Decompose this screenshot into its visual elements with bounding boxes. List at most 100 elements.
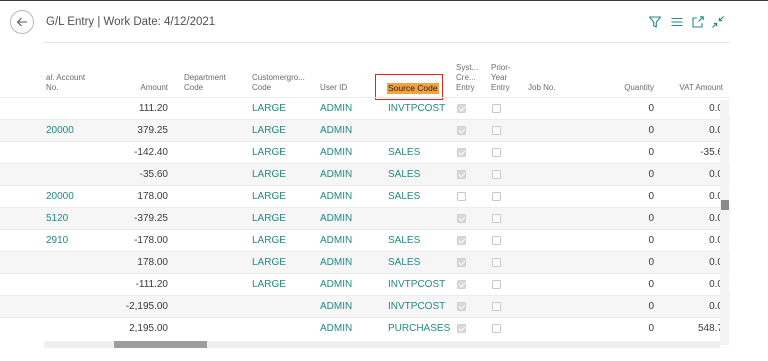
vat-amount-cell[interactable]: 0.0 bbox=[660, 301, 723, 313]
customergroup-code-link[interactable]: LARGE bbox=[252, 235, 286, 247]
source-code-link[interactable]: INVTPCOST bbox=[388, 103, 445, 115]
list-view-icon[interactable] bbox=[670, 15, 684, 29]
prior-year-entry-checkbox[interactable] bbox=[492, 302, 501, 311]
table-row[interactable]: 5120 -379.25 LARGE ADMIN 0 0.0 bbox=[0, 207, 730, 229]
system-created-entry-checkbox[interactable] bbox=[457, 192, 466, 201]
amount-cell[interactable]: -142.40 bbox=[96, 147, 168, 159]
vertical-scrollbar-track[interactable] bbox=[720, 100, 729, 345]
quantity-cell[interactable]: 0 bbox=[600, 301, 654, 313]
vat-amount-cell[interactable]: 0.0 bbox=[660, 191, 723, 203]
user-id-link[interactable]: ADMIN bbox=[320, 213, 352, 225]
customergroup-code-link[interactable]: LARGE bbox=[252, 191, 286, 203]
vat-amount-cell[interactable]: 548.7 bbox=[660, 323, 723, 335]
customergroup-code-link[interactable]: LARGE bbox=[252, 213, 286, 225]
column-header-department-code[interactable]: Department Code bbox=[184, 73, 226, 93]
customergroup-code-link[interactable]: LARGE bbox=[252, 147, 286, 159]
prior-year-entry-checkbox[interactable] bbox=[492, 258, 501, 267]
user-id-link[interactable]: ADMIN bbox=[320, 103, 352, 115]
amount-cell[interactable]: -2,195.00 bbox=[96, 301, 168, 313]
vat-amount-cell[interactable]: -35.6 bbox=[660, 147, 723, 159]
user-id-link[interactable]: ADMIN bbox=[320, 279, 352, 291]
table-row[interactable]: 111.20 LARGE ADMIN INVTPCOST 0 0.0 bbox=[0, 97, 730, 119]
source-code-link[interactable]: SALES bbox=[388, 147, 420, 159]
customergroup-code-link[interactable]: LARGE bbox=[252, 103, 286, 115]
vat-amount-cell[interactable]: 0.0 bbox=[660, 279, 723, 291]
system-created-entry-checkbox[interactable] bbox=[457, 104, 466, 113]
amount-cell[interactable]: -178.00 bbox=[96, 235, 168, 247]
quantity-cell[interactable]: 0 bbox=[600, 235, 654, 247]
user-id-link[interactable]: ADMIN bbox=[320, 169, 352, 181]
customergroup-code-link[interactable]: LARGE bbox=[252, 279, 286, 291]
source-code-link[interactable]: SALES bbox=[388, 191, 420, 203]
gl-account-no-link[interactable]: 5120 bbox=[46, 213, 68, 225]
table-row[interactable]: -35.60 LARGE ADMIN SALES 0 0.0 bbox=[0, 163, 730, 185]
vat-amount-cell[interactable]: 0.0 bbox=[660, 235, 723, 247]
quantity-cell[interactable]: 0 bbox=[600, 213, 654, 225]
table-row[interactable]: 20000 379.25 LARGE ADMIN 0 0.0 bbox=[0, 119, 730, 141]
vertical-scrollbar-thumb[interactable] bbox=[721, 200, 729, 210]
quantity-cell[interactable]: 0 bbox=[600, 147, 654, 159]
source-code-link[interactable]: INVTPCOST bbox=[388, 301, 445, 313]
column-header-job-no[interactable]: Job No. bbox=[528, 83, 556, 93]
system-created-entry-checkbox[interactable] bbox=[457, 148, 466, 157]
filter-icon[interactable] bbox=[648, 15, 662, 29]
system-created-entry-checkbox[interactable] bbox=[457, 214, 466, 223]
system-created-entry-checkbox[interactable] bbox=[457, 126, 466, 135]
system-created-entry-checkbox[interactable] bbox=[457, 258, 466, 267]
user-id-link[interactable]: ADMIN bbox=[320, 301, 352, 313]
source-code-link[interactable]: SALES bbox=[388, 235, 420, 247]
quantity-cell[interactable]: 0 bbox=[600, 191, 654, 203]
quantity-cell[interactable]: 0 bbox=[600, 169, 654, 181]
quantity-cell[interactable]: 0 bbox=[600, 279, 654, 291]
column-header-customergroup-code[interactable]: Customergro... Code bbox=[252, 73, 305, 93]
gl-account-no-link[interactable]: 2910 bbox=[46, 235, 68, 247]
vat-amount-cell[interactable]: 0.0 bbox=[660, 169, 723, 181]
source-code-link[interactable]: PURCHASES bbox=[388, 323, 450, 335]
amount-cell[interactable]: 379.25 bbox=[96, 125, 168, 137]
collapse-icon[interactable] bbox=[711, 15, 725, 29]
vat-amount-cell[interactable]: 0.0 bbox=[660, 213, 723, 225]
amount-cell[interactable]: 178.00 bbox=[96, 257, 168, 269]
table-row[interactable]: -142.40 LARGE ADMIN SALES 0 -35.6 bbox=[0, 141, 730, 163]
prior-year-entry-checkbox[interactable] bbox=[492, 170, 501, 179]
user-id-link[interactable]: ADMIN bbox=[320, 147, 352, 159]
prior-year-entry-checkbox[interactable] bbox=[492, 126, 501, 135]
quantity-cell[interactable]: 0 bbox=[600, 125, 654, 137]
gl-account-no-link[interactable]: 20000 bbox=[46, 191, 74, 203]
vat-amount-cell[interactable]: 0.0 bbox=[660, 125, 723, 137]
prior-year-entry-checkbox[interactable] bbox=[492, 280, 501, 289]
source-code-link[interactable]: SALES bbox=[388, 169, 420, 181]
column-header-user-id[interactable]: User ID bbox=[320, 83, 347, 93]
table-row[interactable]: 20000 178.00 LARGE ADMIN SALES 0 0.0 bbox=[0, 185, 730, 207]
vat-amount-cell[interactable]: 0.0 bbox=[660, 103, 723, 115]
user-id-link[interactable]: ADMIN bbox=[320, 323, 352, 335]
vat-amount-cell[interactable]: 0.0 bbox=[660, 257, 723, 269]
column-header-gl-account[interactable]: al. Account No. bbox=[46, 73, 85, 93]
column-header-source-code[interactable]: Source Code bbox=[387, 83, 439, 94]
column-header-vat-amount[interactable]: VAT Amount bbox=[668, 83, 723, 93]
gl-account-no-link[interactable]: 20000 bbox=[46, 125, 74, 137]
open-new-window-icon[interactable] bbox=[691, 15, 705, 29]
system-created-entry-checkbox[interactable] bbox=[457, 236, 466, 245]
system-created-entry-checkbox[interactable] bbox=[457, 280, 466, 289]
user-id-link[interactable]: ADMIN bbox=[320, 235, 352, 247]
column-header-quantity[interactable]: Quantity bbox=[600, 83, 654, 93]
amount-cell[interactable]: -35.60 bbox=[96, 169, 168, 181]
user-id-link[interactable]: ADMIN bbox=[320, 125, 352, 137]
table-row[interactable]: -2,195.00 ADMIN INVTPCOST 0 0.0 bbox=[0, 295, 730, 317]
amount-cell[interactable]: -379.25 bbox=[96, 213, 168, 225]
user-id-link[interactable]: ADMIN bbox=[320, 191, 352, 203]
prior-year-entry-checkbox[interactable] bbox=[492, 214, 501, 223]
quantity-cell[interactable]: 0 bbox=[600, 323, 654, 335]
prior-year-entry-checkbox[interactable] bbox=[492, 148, 501, 157]
customergroup-code-link[interactable]: LARGE bbox=[252, 169, 286, 181]
prior-year-entry-checkbox[interactable] bbox=[492, 104, 501, 113]
column-header-amount[interactable]: Amount bbox=[120, 83, 168, 93]
source-code-link[interactable]: INVTPCOST bbox=[388, 279, 445, 291]
horizontal-scrollbar-thumb[interactable] bbox=[114, 341, 207, 348]
prior-year-entry-checkbox[interactable] bbox=[492, 236, 501, 245]
prior-year-entry-checkbox[interactable] bbox=[492, 324, 501, 333]
quantity-cell[interactable]: 0 bbox=[600, 257, 654, 269]
prior-year-entry-checkbox[interactable] bbox=[492, 192, 501, 201]
customergroup-code-link[interactable]: LARGE bbox=[252, 257, 286, 269]
